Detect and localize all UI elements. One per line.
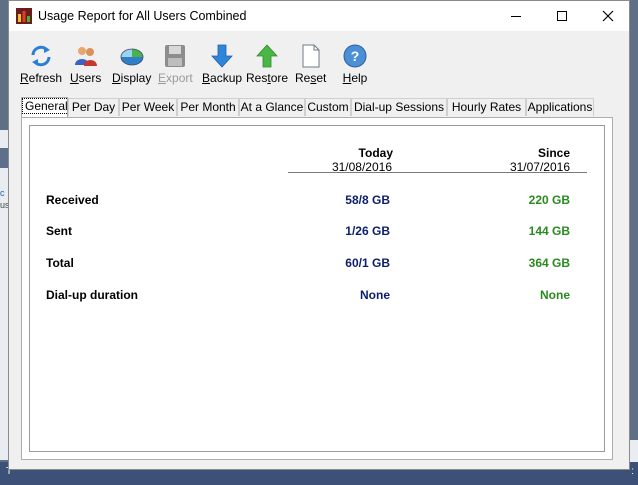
- row-label-total: Total: [46, 256, 74, 270]
- row-label-sent: Sent: [46, 224, 73, 238]
- help-label: Help: [342, 71, 368, 85]
- title-bar[interactable]: Usage Report for All Users Combined: [9, 1, 629, 31]
- background-text: c: [0, 188, 5, 198]
- sent-since-value: 144 GB: [528, 224, 570, 238]
- tab-label: Per Month: [180, 100, 236, 114]
- restore-button[interactable]: Restore: [246, 43, 288, 85]
- maximize-icon: [557, 11, 567, 21]
- tab-hourly-rates[interactable]: Hourly Rates: [447, 98, 526, 116]
- tab-label: Dial-up Sessions: [353, 100, 445, 114]
- taskbar-text: :: [631, 466, 634, 477]
- usage-summary: Today 31/08/2016 Since 31/07/2016 Receiv…: [29, 125, 605, 452]
- dial-up-today-value: None: [360, 288, 390, 302]
- tab-applications[interactable]: Applications: [526, 98, 594, 116]
- tab-at-a-glance[interactable]: At a Glance: [239, 98, 305, 116]
- tab-per-week[interactable]: Per Week: [119, 98, 177, 116]
- sent-today-value: 1/26 GB: [345, 224, 390, 238]
- close-button[interactable]: [585, 1, 631, 31]
- row-label-received: Received: [46, 193, 99, 207]
- tab-label: General: [22, 98, 71, 114]
- tab-custom[interactable]: Custom: [305, 98, 351, 116]
- help-button[interactable]: ? Help: [342, 43, 368, 85]
- general-tab-panel: Today 31/08/2016 Since 31/07/2016 Receiv…: [21, 117, 613, 460]
- usage-report-window: Usage Report for All Users Combined Refr…: [8, 0, 630, 470]
- minimize-button[interactable]: [493, 1, 539, 31]
- row-label-dial-up-duration: Dial-up duration: [46, 288, 138, 302]
- display-button[interactable]: Display: [112, 43, 151, 85]
- users-button[interactable]: Users: [70, 43, 101, 85]
- refresh-label: Refresh: [20, 71, 63, 85]
- arrow-down-icon: [211, 44, 233, 68]
- reset-button[interactable]: Reset: [295, 43, 326, 85]
- tab-label: At a Glance: [240, 100, 304, 114]
- tab-label: Hourly Rates: [451, 100, 522, 114]
- tab-general[interactable]: General: [21, 97, 71, 117]
- total-today-value: 60/1 GB: [345, 256, 390, 270]
- dial-up-since-value: None: [540, 288, 570, 302]
- tab-label: Per Day: [71, 100, 116, 114]
- export-button[interactable]: Export: [158, 43, 193, 85]
- total-since-value: 364 GB: [528, 256, 570, 270]
- save-disk-icon: [165, 45, 186, 67]
- minimize-icon: [511, 15, 521, 17]
- arrow-up-icon: [256, 44, 278, 68]
- column-header-today: Today: [358, 146, 393, 160]
- toolbar: Refresh Users Display Export Backup Rest…: [9, 31, 629, 89]
- tab-label: Custom: [307, 100, 349, 114]
- tab-per-day[interactable]: Per Day: [68, 98, 119, 116]
- tab-label: Per Week: [121, 100, 175, 114]
- backup-button[interactable]: Backup: [202, 43, 242, 85]
- received-since-value: 220 GB: [528, 193, 570, 207]
- blank-page-icon: [302, 44, 320, 68]
- export-label: Export: [158, 71, 193, 85]
- refresh-button[interactable]: Refresh: [20, 43, 62, 85]
- svg-text:?: ?: [351, 48, 360, 64]
- users-icon: [74, 47, 97, 66]
- close-icon: [602, 10, 614, 22]
- header-divider: [288, 172, 587, 173]
- bar-chart-app-icon: [16, 8, 32, 24]
- display-label: Display: [112, 71, 152, 85]
- maximize-button[interactable]: [539, 1, 585, 31]
- users-label: Users: [70, 71, 102, 85]
- help-icon: ?: [343, 44, 367, 68]
- column-header-since: Since: [537, 146, 570, 160]
- reset-label: Reset: [295, 71, 327, 85]
- tab-dial-up-sessions[interactable]: Dial-up Sessions: [351, 98, 447, 116]
- refresh-icon: [31, 45, 51, 67]
- received-today-value: 58/8 GB: [345, 193, 390, 207]
- window-title: Usage Report for All Users Combined: [38, 9, 247, 23]
- tab-label: Applications: [527, 100, 593, 114]
- restore-label: Restore: [246, 71, 289, 85]
- backup-label: Backup: [202, 71, 243, 85]
- tab-per-month[interactable]: Per Month: [177, 98, 239, 116]
- display-icon: [120, 48, 144, 66]
